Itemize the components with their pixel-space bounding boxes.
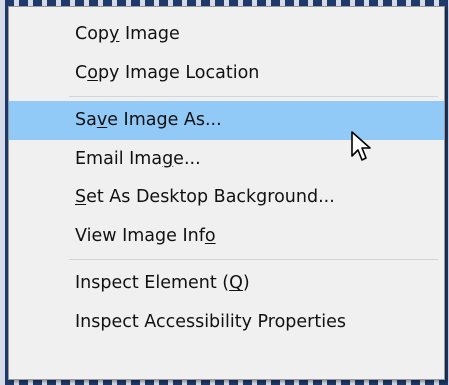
menu-item-label-pre: Email Ima [75, 148, 163, 169]
menu-item-accesskey: y [109, 24, 120, 44]
menu-item-label-post: e... [173, 148, 201, 169]
menu-item-label-pre: Sa [75, 110, 97, 130]
menu-item-save-image-as[interactable]: Save Image As... [9, 101, 444, 140]
menu-item-label-post: et As Desktop Background... [86, 187, 335, 207]
menu-item-inspect-element[interactable]: Inspect Element (Q) [9, 264, 444, 303]
menu-item-label-post: ) [242, 273, 250, 293]
menu-item-label-pre: View Image Inf [75, 225, 205, 246]
menu-item-label-pre: Inspect Accessibility Properties [75, 311, 346, 332]
menu-item-copy-image[interactable]: Copy Image [9, 15, 444, 54]
menu-item-view-image-info[interactable]: View Image Info [9, 217, 444, 256]
menu-item-label-post: Image [119, 24, 180, 44]
context-menu: Copy Image Copy Image Location Save Imag… [8, 6, 445, 380]
arrow-cursor-icon [351, 131, 371, 161]
menu-item-email-image[interactable]: Email Image... [9, 140, 444, 179]
menu-item-accesskey: g [162, 148, 174, 169]
menu-separator [69, 96, 438, 97]
menu-item-label-post: py Image Location [97, 62, 260, 83]
menu-item-accesskey: o [204, 225, 216, 246]
menu-item-label-pre: C [75, 62, 88, 83]
menu-item-copy-image-location[interactable]: Copy Image Location [9, 54, 444, 93]
menu-item-inspect-accessibility-properties[interactable]: Inspect Accessibility Properties [9, 303, 444, 342]
menu-item-label-pre: Inspect Element ( [75, 273, 230, 293]
menu-item-accesskey: S [75, 187, 87, 207]
menu-item-accesskey: Q [229, 273, 243, 293]
menu-item-accesskey: v [96, 110, 108, 130]
menu-separator [69, 259, 438, 260]
menu-item-label-pre: Cop [75, 24, 110, 44]
menu-item-label-post: e Image As... [107, 110, 222, 130]
menu-item-accesskey: o [87, 62, 98, 83]
menu-item-set-as-desktop-background[interactable]: Set As Desktop Background... [9, 178, 444, 217]
